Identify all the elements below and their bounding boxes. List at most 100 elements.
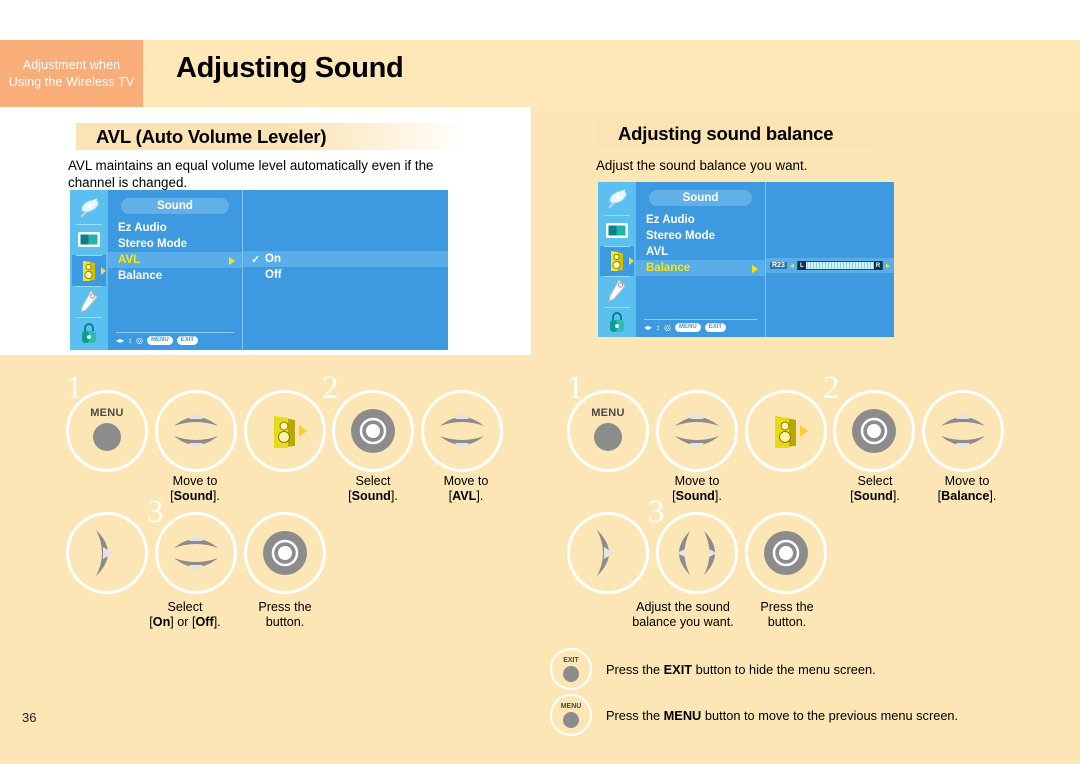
balance-slider-track[interactable]: L R (796, 261, 883, 270)
osd-left-item-stereo-mode[interactable]: Stereo Mode (108, 236, 242, 252)
left-ok-button-2[interactable] (244, 512, 326, 594)
osd-right-arrows-ud-icon: ↕ (656, 322, 661, 332)
ok-enter-button-icon (263, 531, 307, 575)
osd-left-icon-rail (70, 190, 108, 350)
exit-button-label: EXIT (563, 656, 579, 664)
right-caption-3: Move to [Balance]. (937, 474, 997, 503)
section-heading-avl-text: AVL (Auto Volume Leveler) (96, 125, 327, 147)
right-menu-button[interactable]: MENU (567, 390, 649, 472)
section-heading-avl: AVL (Auto Volume Leveler) (76, 123, 466, 150)
osd-left-options-column: On Off (243, 190, 448, 350)
left-caption-3: Move to [AVL]. (443, 474, 489, 503)
exit-button-dot[interactable] (563, 665, 579, 682)
right-arrow-icon (96, 530, 113, 576)
note-menu: MENU Press the MENU button to move to th… (550, 694, 958, 736)
step-number-3-right: 3 (648, 494, 665, 530)
speaker-sound-icon (775, 416, 808, 448)
section-heading-balance: Adjusting sound balance (598, 120, 988, 147)
page-title: Adjusting Sound (176, 52, 404, 84)
left-caption-1: Move to [Sound]. (170, 474, 220, 503)
section-body-avl: AVL maintains an equal volume level auto… (68, 158, 434, 190)
balance-slider-row[interactable]: R23 ◂ L R ▸ (766, 258, 894, 273)
speaker-sound-icon (274, 416, 307, 448)
menu-note-button-dot[interactable] (563, 711, 579, 728)
header-band (0, 40, 1080, 107)
up-down-arrows-icon (440, 412, 484, 450)
padlock-icon (600, 306, 634, 337)
osd-right-item-balance[interactable]: Balance (636, 260, 765, 276)
right-updown-button-2[interactable] (922, 390, 1004, 472)
balance-right-arrow-icon[interactable]: ▸ (886, 261, 890, 270)
menu-button-dot[interactable] (594, 423, 622, 451)
exit-button[interactable]: EXIT (550, 648, 592, 690)
osd-left-enter-icon: ◎ (136, 335, 144, 345)
right-updown-button-1[interactable] (656, 390, 738, 472)
satellite-dish-icon (600, 185, 634, 215)
osd-left-pill-menu: MENU (147, 336, 173, 345)
menu-button-dot[interactable] (93, 423, 121, 451)
osd-left-item-ez-audio[interactable]: Ez Audio (108, 220, 242, 236)
ok-enter-button-icon (852, 409, 896, 453)
osd-right-item-stereo-mode[interactable]: Stereo Mode (636, 228, 765, 244)
osd-left-arrows-lr-icon: ◂▸ (116, 335, 125, 345)
balance-left-cap: L (797, 261, 806, 270)
balance-value-label: R23 (770, 262, 787, 269)
osd-screenshot-balance: Sound Ez Audio Stereo Mode AVL Balance ◂… (598, 182, 894, 337)
osd-left-item-balance[interactable]: Balance (108, 268, 242, 284)
left-updown-button-2[interactable] (421, 390, 503, 472)
osd-right-menu-column: Sound Ez Audio Stereo Mode AVL Balance ◂… (636, 182, 766, 337)
left-sound-icon-circle (244, 390, 326, 472)
pencil-setup-icon (600, 276, 634, 306)
speaker-sound-icon (72, 255, 106, 286)
header-category-tab: Adjustment when Using the Wireless TV (0, 40, 143, 107)
balance-left-arrow-icon[interactable]: ◂ (790, 261, 794, 270)
up-down-arrows-icon (174, 412, 218, 450)
left-right-arrows-icon (677, 531, 717, 575)
left-menu-button[interactable]: MENU (66, 390, 148, 472)
step-number-3-left: 3 (147, 494, 164, 530)
left-right-arrow-button[interactable] (66, 512, 148, 594)
satellite-dish-icon (72, 193, 106, 224)
left-ok-button[interactable] (332, 390, 414, 472)
osd-right-arrows-lr-icon: ◂▸ (644, 322, 653, 332)
osd-right-item-ez-audio[interactable]: Ez Audio (636, 212, 765, 228)
menu-note-button-label: MENU (560, 702, 582, 710)
section-heading-balance-text: Adjusting sound balance (618, 122, 834, 144)
menu-button-label: MENU (90, 407, 124, 419)
header-tab-line2: Using the Wireless TV (8, 74, 135, 89)
osd-right-menu-title: Sound (648, 190, 753, 206)
right-ok-button[interactable] (833, 390, 915, 472)
osd-left-option-on[interactable]: On (243, 251, 448, 267)
osd-left-arrows-ud-icon: ↕ (128, 335, 133, 345)
right-right-arrow-button[interactable] (567, 512, 649, 594)
osd-left-pill-exit: EXIT (176, 336, 199, 345)
up-down-arrows-icon (675, 412, 719, 450)
up-down-arrows-icon (174, 534, 218, 572)
osd-left-menu-column: Sound Ez Audio Stereo Mode AVL Balance ◂… (108, 190, 243, 350)
right-ok-button-2[interactable] (745, 512, 827, 594)
left-updown-button-3[interactable] (155, 512, 237, 594)
osd-left-item-avl[interactable]: AVL (108, 252, 242, 268)
section-body-balance: Adjust the sound balance you want. (596, 158, 808, 173)
menu-note-button[interactable]: MENU (550, 694, 592, 736)
right-arrow-icon (597, 530, 614, 576)
right-leftright-button[interactable] (656, 512, 738, 594)
padlock-icon (72, 317, 106, 348)
osd-left-menu-title: Sound (121, 198, 229, 214)
left-caption-5: Press the button. (258, 600, 312, 629)
ok-enter-button-icon (351, 409, 395, 453)
speaker-sound-icon (600, 245, 634, 277)
ok-enter-button-icon (764, 531, 808, 575)
step-number-2-left: 2 (322, 370, 339, 406)
up-down-arrows-icon (941, 412, 985, 450)
osd-right-pill-menu: MENU (675, 323, 701, 332)
left-updown-button-1[interactable] (155, 390, 237, 472)
right-sound-icon-circle (745, 390, 827, 472)
pencil-setup-icon (72, 286, 106, 317)
osd-left-option-off[interactable]: Off (243, 267, 448, 283)
menu-button-label: MENU (591, 407, 625, 419)
osd-screenshot-avl: Sound Ez Audio Stereo Mode AVL Balance ◂… (70, 190, 448, 350)
osd-right-footer-bar: ◂▸ ↕ ◎ MENU EXIT (644, 319, 757, 332)
osd-right-item-avl[interactable]: AVL (636, 244, 765, 260)
note-menu-text: Press the MENU button to move to the pre… (606, 707, 959, 723)
